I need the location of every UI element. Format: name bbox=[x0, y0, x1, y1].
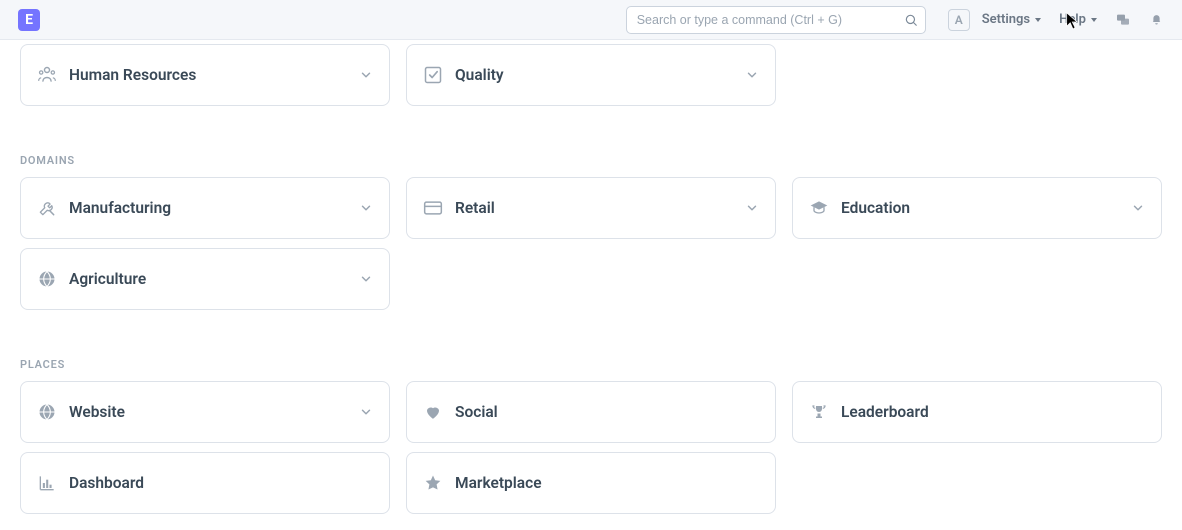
bar-chart-icon bbox=[37, 473, 57, 493]
card-education[interactable]: Education bbox=[792, 177, 1162, 239]
card-marketplace[interactable]: Marketplace bbox=[406, 452, 776, 514]
top-navbar: E A Settings Help bbox=[0, 0, 1182, 40]
card-website[interactable]: Website bbox=[20, 381, 390, 443]
chat-icon[interactable] bbox=[1115, 12, 1131, 28]
app-logo[interactable]: E bbox=[18, 9, 40, 31]
section-title-domains: DOMAINS bbox=[20, 154, 1162, 167]
card-label: Manufacturing bbox=[69, 199, 359, 217]
globe-icon bbox=[37, 269, 57, 289]
chevron-down-icon bbox=[745, 201, 759, 215]
check-square-icon bbox=[423, 65, 443, 85]
domains-row-2: Agriculture bbox=[20, 248, 1162, 310]
chevron-down-icon bbox=[1131, 201, 1145, 215]
card-manufacturing[interactable]: Manufacturing bbox=[20, 177, 390, 239]
card-dashboard[interactable]: Dashboard bbox=[20, 452, 390, 514]
places-row-2: Dashboard Marketplace bbox=[20, 452, 1162, 514]
card-label: Human Resources bbox=[69, 66, 359, 84]
help-menu[interactable]: Help bbox=[1059, 12, 1097, 27]
card-retail[interactable]: Retail bbox=[406, 177, 776, 239]
tools-icon bbox=[37, 198, 57, 218]
chevron-down-icon bbox=[1035, 18, 1041, 22]
domains-row-1: Manufacturing Retail Education bbox=[20, 177, 1162, 239]
search-input[interactable] bbox=[626, 6, 926, 34]
card-label: Dashboard bbox=[69, 474, 373, 492]
trophy-icon bbox=[809, 402, 829, 422]
chevron-down-icon bbox=[359, 68, 373, 82]
chevron-down-icon bbox=[359, 201, 373, 215]
search-wrapper bbox=[626, 6, 926, 34]
settings-label: Settings bbox=[982, 12, 1030, 27]
places-row-1: Website Social Leaderboard bbox=[20, 381, 1162, 443]
star-icon bbox=[423, 473, 443, 493]
card-label: Retail bbox=[455, 199, 745, 217]
card-quality[interactable]: Quality bbox=[406, 44, 776, 106]
card-label: Agriculture bbox=[69, 270, 359, 288]
card-label: Quality bbox=[455, 66, 745, 84]
credit-card-icon bbox=[423, 198, 443, 218]
bell-icon[interactable] bbox=[1149, 12, 1164, 27]
top-card-row: Human Resources Quality bbox=[20, 44, 1162, 106]
card-label: Education bbox=[841, 199, 1131, 217]
graduation-cap-icon bbox=[809, 198, 829, 218]
people-icon bbox=[37, 65, 57, 85]
card-human-resources[interactable]: Human Resources bbox=[20, 44, 390, 106]
card-label: Website bbox=[69, 403, 359, 421]
chevron-down-icon bbox=[745, 68, 759, 82]
card-label: Marketplace bbox=[455, 474, 759, 492]
card-leaderboard[interactable]: Leaderboard bbox=[792, 381, 1162, 443]
settings-menu[interactable]: Settings bbox=[982, 12, 1041, 27]
chevron-down-icon bbox=[1091, 18, 1097, 22]
section-title-places: PLACES bbox=[20, 358, 1162, 371]
user-avatar-badge[interactable]: A bbox=[948, 9, 970, 31]
chevron-down-icon bbox=[359, 405, 373, 419]
card-social[interactable]: Social bbox=[406, 381, 776, 443]
card-label: Social bbox=[455, 403, 759, 421]
card-label: Leaderboard bbox=[841, 403, 1145, 421]
card-agriculture[interactable]: Agriculture bbox=[20, 248, 390, 310]
globe-icon bbox=[37, 402, 57, 422]
help-label: Help bbox=[1059, 12, 1086, 27]
chevron-down-icon bbox=[359, 272, 373, 286]
heart-icon bbox=[423, 402, 443, 422]
